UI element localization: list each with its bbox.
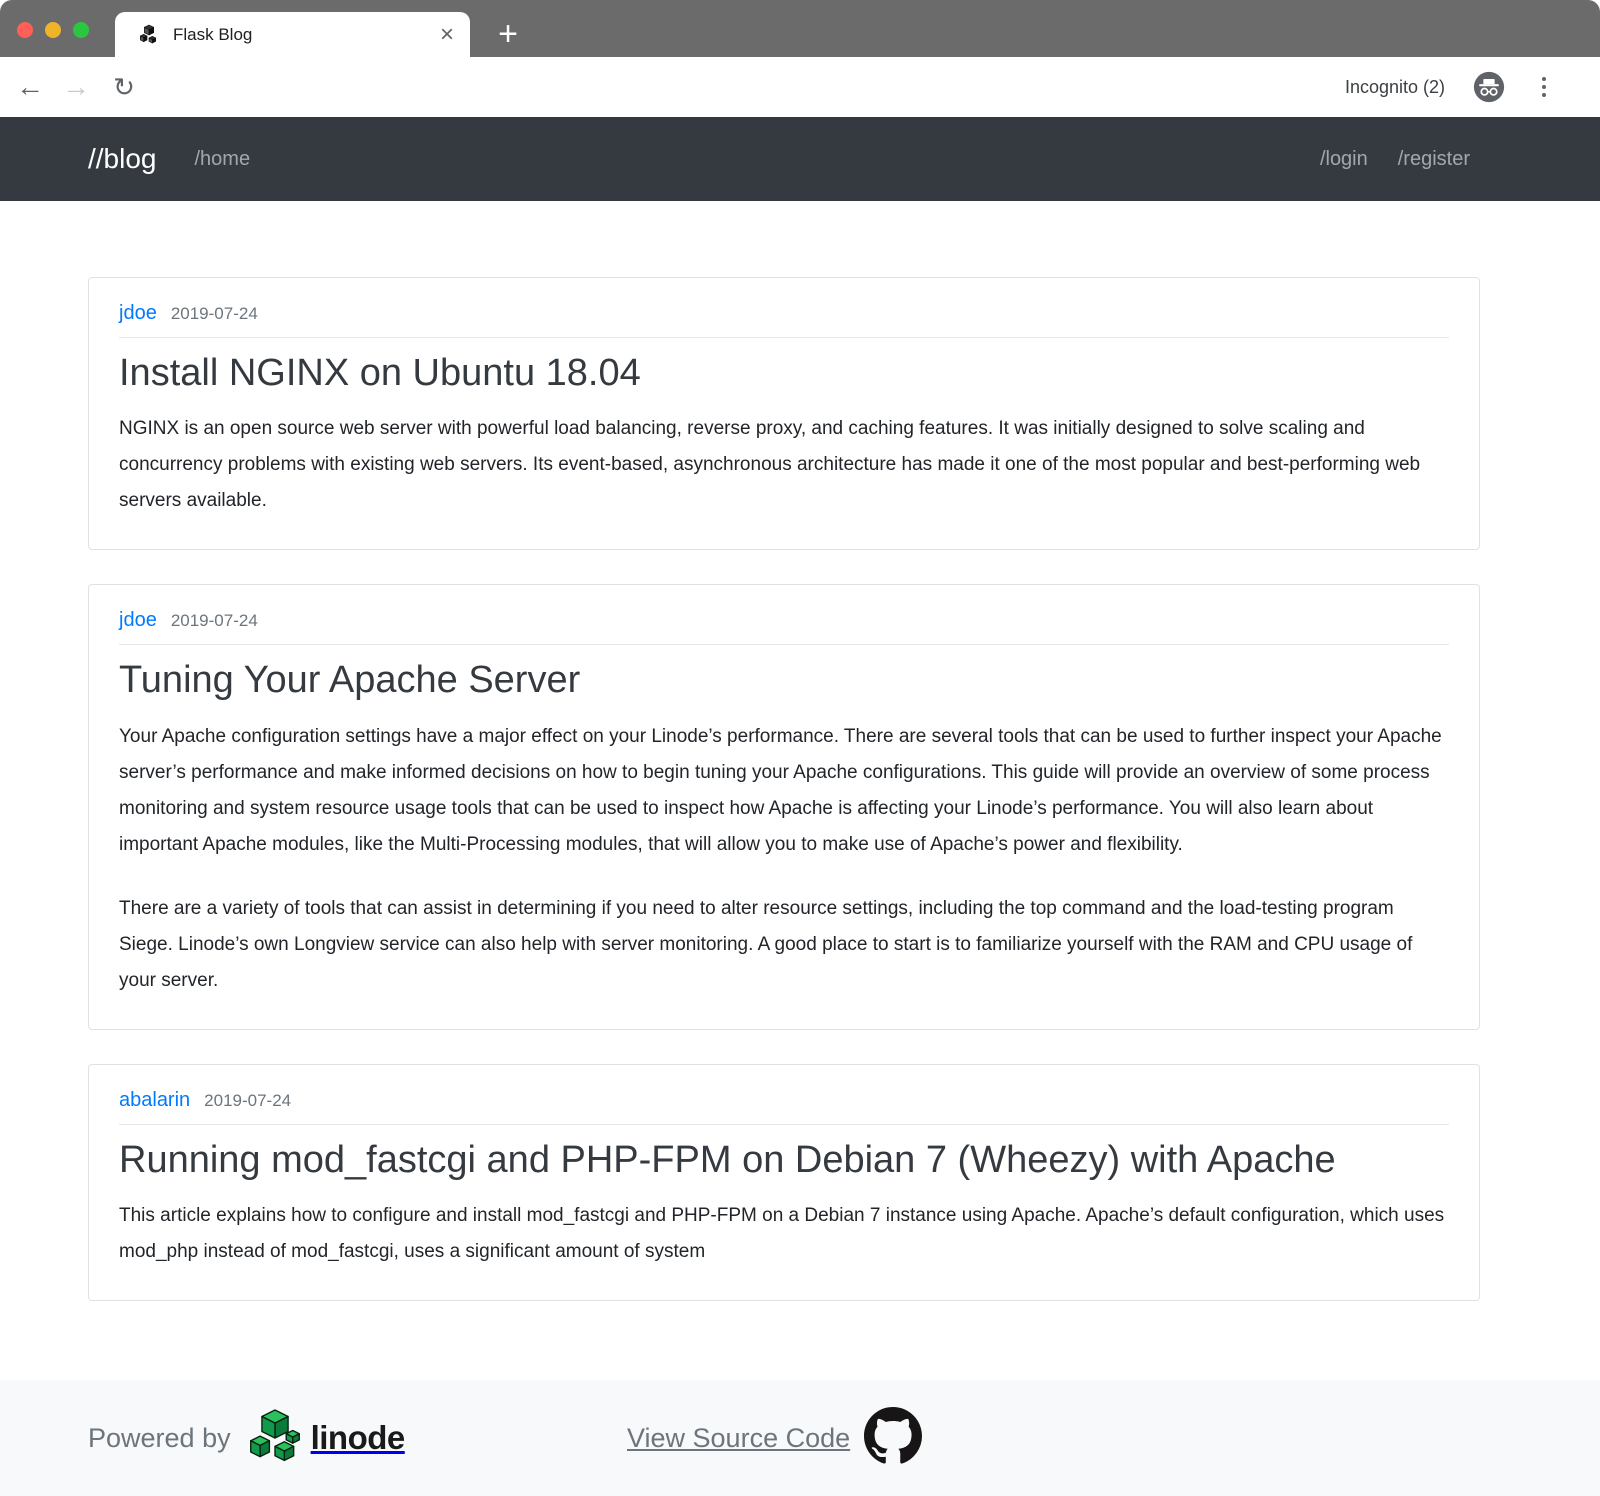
site-navbar: //blog /home /login /register — [0, 117, 1600, 201]
tab-close-icon[interactable]: × — [440, 23, 454, 47]
page-content: jdoe 2019-07-24 Install NGINX on Ubuntu … — [0, 201, 1600, 1496]
post-body: This article explains how to configure a… — [119, 1198, 1449, 1270]
post-date: 2019-07-24 — [171, 304, 258, 324]
post-header: jdoe 2019-07-24 — [119, 609, 1449, 632]
browser-tab[interactable]: Flask Blog × — [115, 12, 470, 57]
close-window-button[interactable] — [17, 22, 33, 38]
reload-icon[interactable]: ↻ — [106, 57, 142, 117]
linode-cubes-icon — [247, 1408, 303, 1468]
tab-strip: Flask Blog × + — [0, 0, 1600, 57]
incognito-count-label: Incognito (2) — [1345, 57, 1445, 117]
browser-toolbar: ← → ↻ Not Secure ☆ Incognito (2) — [0, 57, 1600, 117]
browser-menu-icon[interactable] — [1534, 57, 1554, 117]
minimize-window-button[interactable] — [45, 22, 61, 38]
github-link[interactable] — [864, 1407, 922, 1470]
navbar-brand[interactable]: //blog — [88, 143, 157, 175]
post-divider — [119, 337, 1449, 338]
post-date: 2019-07-24 — [171, 611, 258, 631]
linode-logo[interactable]: linode — [247, 1408, 405, 1468]
browser-window: Flask Blog × + ← → ↻ Not Secure ☆ Incogn… — [0, 0, 1600, 1496]
post-paragraph: There are a variety of tools that can as… — [119, 891, 1449, 999]
page-footer: Powered by — [0, 1380, 1600, 1496]
post-author-link[interactable]: jdoe — [119, 609, 157, 632]
post-paragraph: This article explains how to configure a… — [119, 1198, 1449, 1270]
post-author-link[interactable]: jdoe — [119, 302, 157, 325]
navbar-link-login[interactable]: /login — [1320, 148, 1368, 171]
post-card: jdoe 2019-07-24 Tuning Your Apache Serve… — [88, 584, 1480, 1029]
tab-title: Flask Blog — [173, 25, 440, 45]
linode-wordmark: linode — [311, 1419, 405, 1457]
post-body: NGINX is an open source web server with … — [119, 411, 1449, 519]
post-header: abalarin 2019-07-24 — [119, 1089, 1449, 1112]
post-author-link[interactable]: abalarin — [119, 1089, 190, 1112]
post-date: 2019-07-24 — [204, 1091, 291, 1111]
incognito-icon — [1472, 70, 1506, 104]
post-header: jdoe 2019-07-24 — [119, 302, 1449, 325]
post-paragraph: Your Apache configuration settings have … — [119, 719, 1449, 863]
view-source-link[interactable]: View Source Code — [627, 1423, 850, 1454]
post-divider — [119, 1124, 1449, 1125]
navbar-link-home[interactable]: /home — [195, 148, 251, 171]
new-tab-button[interactable]: + — [488, 14, 528, 54]
back-icon[interactable]: ← — [12, 57, 48, 117]
post-card: jdoe 2019-07-24 Install NGINX on Ubuntu … — [88, 277, 1480, 550]
favicon-linode-icon — [139, 24, 159, 46]
navbar-link-register[interactable]: /register — [1398, 148, 1470, 171]
post-title: Tuning Your Apache Server — [119, 655, 1449, 706]
post-body: Your Apache configuration settings have … — [119, 719, 1449, 999]
maximize-window-button[interactable] — [73, 22, 89, 38]
github-icon — [864, 1407, 922, 1465]
powered-by-label: Powered by — [88, 1423, 231, 1454]
post-divider — [119, 644, 1449, 645]
post-card: abalarin 2019-07-24 Running mod_fastcgi … — [88, 1064, 1480, 1301]
post-title: Install NGINX on Ubuntu 18.04 — [119, 348, 1449, 399]
post-paragraph: NGINX is an open source web server with … — [119, 411, 1449, 519]
forward-icon[interactable]: → — [58, 57, 94, 117]
posts: jdoe 2019-07-24 Install NGINX on Ubuntu … — [88, 277, 1600, 1301]
post-title: Running mod_fastcgi and PHP-FPM on Debia… — [119, 1135, 1449, 1186]
